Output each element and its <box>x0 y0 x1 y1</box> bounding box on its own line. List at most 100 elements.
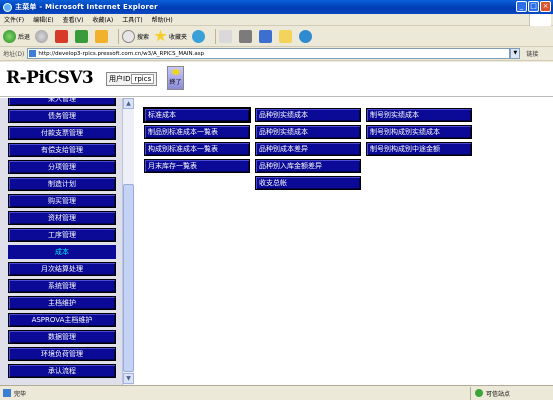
forward-arrow-icon <box>35 29 49 43</box>
folder-icon <box>279 29 293 43</box>
menu-button[interactable]: 制号别构成别实绩成本 <box>366 125 472 139</box>
menu-button[interactable]: 品种别实绩成本 <box>255 108 361 122</box>
window-controls: _ □ × <box>516 1 551 12</box>
back-button[interactable]: 后退 <box>3 29 31 43</box>
messenger-button[interactable] <box>299 29 314 43</box>
folder-button[interactable] <box>279 29 294 43</box>
nav-item[interactable]: 主档维护 <box>8 296 116 310</box>
star-icon <box>154 29 167 42</box>
address-url: http://develop3-rpics.pressoft.com.cn/w3… <box>38 51 205 57</box>
nav-item[interactable]: 购买管理 <box>8 194 116 208</box>
status-bar: 完毕 可信站点 <box>0 385 553 400</box>
nav-item[interactable]: 系统管理 <box>8 279 116 293</box>
back-label: 后退 <box>18 33 31 41</box>
nav-item[interactable]: 采入管理 <box>8 98 116 106</box>
exit-button[interactable]: 終了 <box>167 66 184 90</box>
scroll-up-arrow-icon[interactable]: ▲ <box>123 98 134 109</box>
home-button[interactable] <box>95 29 110 43</box>
window-title: 主菜单 - Microsoft Internet Explorer <box>15 3 158 11</box>
exit-label: 終了 <box>169 79 182 86</box>
sidebar-scrollbar[interactable]: ▲ ▼ <box>122 98 134 385</box>
nav-item[interactable]: 资材管理 <box>8 211 116 225</box>
status-text: 完毕 <box>14 390 27 398</box>
refresh-button[interactable] <box>75 29 90 43</box>
address-bar: 地址(D) http://develop3-rpics.pressoft.com… <box>0 47 553 61</box>
menu-file[interactable]: 文件(F) <box>4 15 24 24</box>
app-logo: R-PiCSV3 <box>6 68 94 88</box>
nav-item[interactable]: 数据管理 <box>8 330 116 344</box>
user-info: 用户ID rpics <box>106 72 158 86</box>
edit-button[interactable] <box>259 29 274 43</box>
printer-icon <box>239 29 253 43</box>
back-arrow-icon <box>3 29 16 43</box>
address-input[interactable]: http://develop3-rpics.pressoft.com.cn/w3… <box>27 48 511 59</box>
menu-edit[interactable]: 编辑(E) <box>33 15 53 24</box>
nav-item[interactable]: 工序管理 <box>8 228 116 242</box>
stop-button[interactable] <box>55 29 70 43</box>
nav-item-active[interactable]: 成本 <box>8 245 116 259</box>
close-button[interactable]: × <box>540 1 551 12</box>
user-id-value: rpics <box>131 74 155 84</box>
print-button[interactable] <box>239 29 254 43</box>
page-content: R-PiCSV3 用户ID rpics 終了 采入管理 债务管理 付款支票管理 有… <box>0 62 553 385</box>
exit-icon <box>172 69 180 75</box>
media-button[interactable] <box>192 29 207 43</box>
forward-button[interactable] <box>35 29 50 43</box>
toolbar-divider <box>118 28 120 44</box>
mail-button[interactable] <box>219 29 234 43</box>
menu-help[interactable]: 帮助(H) <box>152 15 173 24</box>
menu-button[interactable]: 品种别实绩成本 <box>255 125 361 139</box>
trusted-site-icon <box>475 389 483 397</box>
app-header: R-PiCSV3 用户ID rpics 終了 <box>0 62 553 97</box>
nav-item[interactable]: 环境负荷管理 <box>8 347 116 361</box>
menu-bar: 文件(F) 编辑(E) 查看(V) 收藏(A) 工具(T) 帮助(H) <box>0 14 553 26</box>
menu-button[interactable]: 月末库存一覧表 <box>144 159 250 173</box>
windows-logo-icon <box>529 14 551 26</box>
minimize-button[interactable]: _ <box>516 1 527 12</box>
ie-icon <box>3 2 12 12</box>
mail-icon <box>219 29 233 43</box>
user-id-label: 用户ID <box>109 75 131 83</box>
security-zone: 可信站点 <box>470 386 510 400</box>
nav-item[interactable]: 承认流程 <box>8 364 116 378</box>
menu-grid: 标准成本 制品别标准成本一覧表 构成别标准成本一覧表 月末库存一覧表 品种别实绩… <box>134 98 553 385</box>
home-icon <box>95 29 109 43</box>
window-titlebar: 主菜单 - Microsoft Internet Explorer _ □ × <box>0 0 553 14</box>
stop-icon <box>55 29 69 43</box>
search-button[interactable]: 搜索 <box>122 29 150 43</box>
menu-button[interactable]: 制号别实绩成本 <box>366 108 472 122</box>
scroll-thumb[interactable] <box>123 184 134 372</box>
menu-favorites[interactable]: 收藏(A) <box>92 15 113 24</box>
nav-item[interactable]: 月次结算处理 <box>8 262 116 276</box>
refresh-icon <box>75 29 89 43</box>
search-label: 搜索 <box>137 33 150 41</box>
menu-button[interactable]: 构成别标准成本一覧表 <box>144 142 250 156</box>
nav-item[interactable]: 分项管理 <box>8 160 116 174</box>
maximize-button[interactable]: □ <box>528 1 539 12</box>
nav-item[interactable]: 有偿支给管理 <box>8 143 116 157</box>
nav-item[interactable]: 制造计划 <box>8 177 116 191</box>
toolbar-divider <box>215 28 217 44</box>
menu-button[interactable]: 制号别构成别中途金额 <box>366 142 472 156</box>
favorites-button[interactable]: 收藏夹 <box>154 29 187 43</box>
menu-button[interactable]: 收支总帐 <box>255 176 361 190</box>
menu-button[interactable]: 品种别入库金额差异 <box>255 159 361 173</box>
nav-item[interactable]: ASPROVA主档维护 <box>8 313 116 327</box>
nav-item[interactable]: 付款支票管理 <box>8 126 116 140</box>
menu-button[interactable]: 标准成本 <box>143 107 251 123</box>
links-label[interactable]: 链接 <box>526 49 538 58</box>
edit-icon <box>259 29 273 43</box>
menu-button[interactable]: 制品别标准成本一覧表 <box>144 125 250 139</box>
menu-view[interactable]: 查看(V) <box>63 15 84 24</box>
menu-button[interactable]: 品种别成本差异 <box>255 142 361 156</box>
media-icon <box>192 29 206 43</box>
page-done-icon <box>3 389 11 397</box>
search-icon <box>122 29 136 43</box>
status-left: 完毕 <box>0 389 470 398</box>
address-label: 地址(D) <box>3 51 25 58</box>
address-dropdown-button[interactable]: ▼ <box>510 48 521 59</box>
menu-tools[interactable]: 工具(T) <box>122 15 142 24</box>
scroll-down-arrow-icon[interactable]: ▼ <box>123 373 134 384</box>
sidebar-nav: 采入管理 债务管理 付款支票管理 有偿支给管理 分项管理 制造计划 购买管理 资… <box>0 98 134 385</box>
nav-item[interactable]: 债务管理 <box>8 109 116 123</box>
